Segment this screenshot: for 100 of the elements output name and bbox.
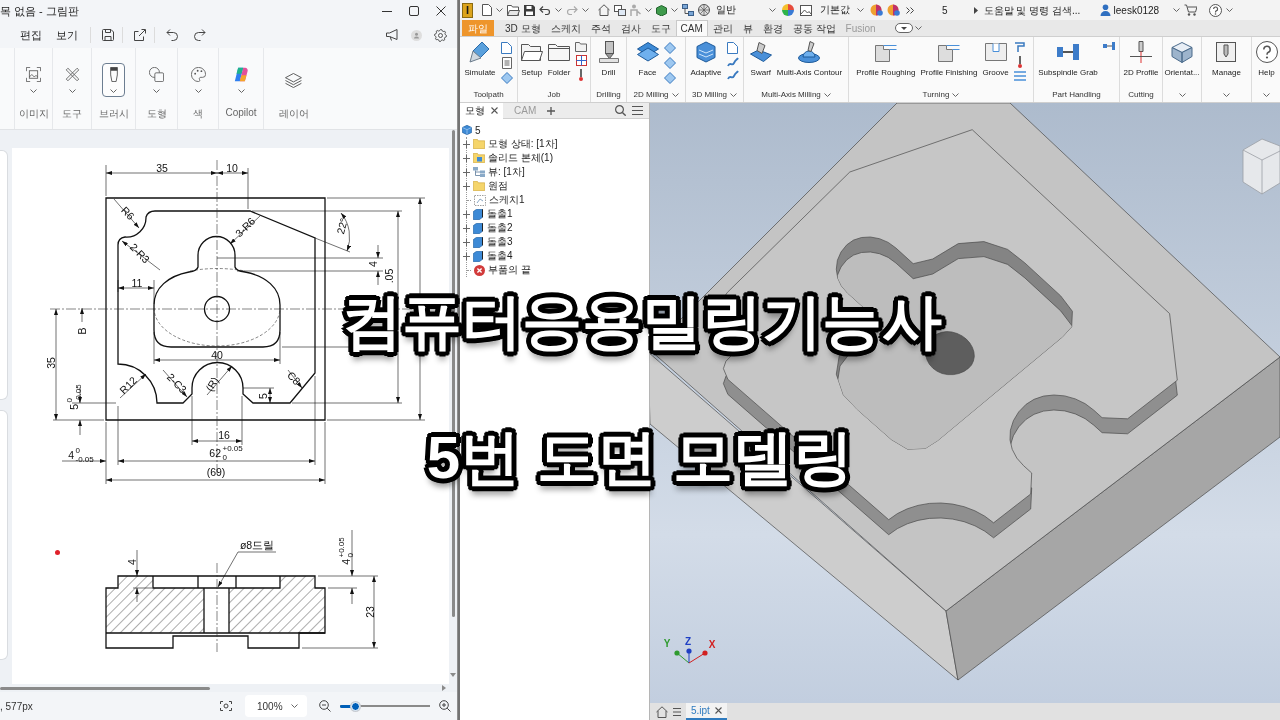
wheel-icon[interactable] <box>698 4 710 16</box>
wave-icon[interactable] <box>726 57 739 67</box>
redo-icon[interactable] <box>194 29 206 41</box>
settings-icon[interactable] <box>434 28 447 42</box>
plus-icon[interactable] <box>463 154 470 162</box>
ribbon-tab[interactable]: 뷰 <box>737 20 758 36</box>
menu-icon[interactable] <box>632 106 643 115</box>
pin-icon[interactable] <box>579 69 584 81</box>
caret-icon[interactable] <box>1178 92 1186 97</box>
tree-item[interactable]: 돌출4 <box>467 249 649 263</box>
plus-icon[interactable] <box>463 168 470 176</box>
zoom-dropdown[interactable]: 100% <box>245 695 307 717</box>
caret-icon[interactable] <box>914 26 922 30</box>
menu-item[interactable]: 보기 <box>50 24 84 46</box>
tree-item[interactable]: 원점 <box>467 179 649 193</box>
ribbon-tab[interactable]: 관리 <box>707 20 738 36</box>
document-icon[interactable] <box>501 42 513 54</box>
close-icon[interactable] <box>491 107 498 114</box>
tree-item[interactable]: 5 <box>462 123 649 137</box>
caret-icon[interactable] <box>671 92 679 97</box>
ribbon-button[interactable]: Manage <box>1211 40 1242 77</box>
zoom-out-icon[interactable] <box>319 700 331 712</box>
menu-item[interactable]: 편집 <box>14 24 48 46</box>
ribbon-tab[interactable]: 검사 <box>615 20 646 36</box>
windows-icon[interactable] <box>614 4 626 16</box>
caret-icon[interactable] <box>1263 92 1270 97</box>
tree-item[interactable]: 돌출2 <box>467 221 649 235</box>
search-field[interactable]: 도움말 및 명령 검색... <box>983 4 1088 16</box>
ribbon-tab[interactable]: CAM <box>675 20 708 36</box>
save-icon[interactable] <box>524 4 535 16</box>
ribbon-tab[interactable]: 공동 작업 <box>787 20 841 36</box>
color-circles-icon[interactable] <box>887 4 900 16</box>
maximize-icon[interactable] <box>409 6 419 16</box>
caret-icon[interactable] <box>952 92 960 97</box>
plus-icon[interactable] <box>463 210 470 218</box>
document-tab[interactable]: 5.ipt <box>686 703 727 720</box>
ribbon-button[interactable]: Help <box>1254 40 1279 77</box>
home-icon[interactable] <box>598 4 610 16</box>
ribbon-button[interactable]: Orientat... <box>1163 40 1201 77</box>
caret-icon[interactable] <box>1173 8 1181 12</box>
color-wheel-icon[interactable] <box>782 4 794 16</box>
grid-icon[interactable] <box>575 55 587 66</box>
share-icon[interactable] <box>134 29 146 41</box>
ribbon-button[interactable]: Face <box>635 40 660 77</box>
tree-item[interactable]: 뷰: [1차] <box>467 165 649 179</box>
folder-icon[interactable] <box>575 42 588 52</box>
workspace-dropdown[interactable]: 일반 <box>714 2 778 18</box>
open-folder-icon[interactable] <box>507 4 520 16</box>
ribbon-button[interactable]: Swarf <box>748 40 773 77</box>
triangle-right-icon[interactable] <box>973 6 978 14</box>
ribbon-tab[interactable]: 환경 <box>757 20 788 36</box>
undo-icon[interactable] <box>166 29 178 41</box>
ribbon-button[interactable]: Setup <box>519 40 544 77</box>
appearance-dropdown[interactable]: 기본값 <box>798 2 866 18</box>
tree-item[interactable]: 스케치1 <box>467 193 649 207</box>
plus-icon[interactable] <box>463 140 470 148</box>
network-icon[interactable] <box>682 4 694 16</box>
tree-item[interactable]: 솔리드 본체(1) <box>467 151 649 165</box>
tree-item[interactable]: 모형 상태: [1차] <box>467 137 649 151</box>
new-document-icon[interactable] <box>482 4 492 16</box>
cart-icon[interactable] <box>1184 4 1198 16</box>
caret-icon[interactable] <box>582 8 589 12</box>
avatar-icon[interactable] <box>411 29 422 41</box>
minimize-icon[interactable] <box>382 10 392 12</box>
undo-icon[interactable] <box>539 5 551 15</box>
color-circles-icon[interactable] <box>870 4 883 16</box>
ribbon-button[interactable]: Profile Finishing <box>919 40 979 77</box>
caret-icon[interactable] <box>671 8 678 12</box>
list-icon[interactable] <box>501 57 512 69</box>
plus-icon[interactable] <box>463 182 470 190</box>
tree-item[interactable]: 돌출1 <box>467 207 649 221</box>
ribbon-tab[interactable]: 도구 <box>645 20 676 36</box>
ribbon-tab[interactable]: 스케치 <box>545 20 586 36</box>
close-icon[interactable] <box>436 6 446 16</box>
ribbon-tab[interactable]: 3D 모형 <box>500 20 546 36</box>
close-icon[interactable] <box>714 707 722 714</box>
search-icon[interactable] <box>615 105 626 116</box>
caret-icon[interactable] <box>1223 92 1230 97</box>
pill-icon[interactable] <box>894 23 913 33</box>
caret-icon[interactable] <box>496 8 503 12</box>
scrollbar-thumb[interactable] <box>0 686 210 690</box>
caret-icon[interactable] <box>1226 8 1234 12</box>
pin-icon[interactable] <box>1017 56 1022 68</box>
zoom-in-icon[interactable] <box>439 700 451 712</box>
caret-icon[interactable] <box>645 8 652 12</box>
scroll-arrow-icon[interactable] <box>450 673 456 677</box>
tree-item[interactable]: 부품의 끝 <box>467 263 649 277</box>
scroll-arrow-icon[interactable] <box>442 685 446 691</box>
ribbon-button[interactable]: Profile Roughing <box>855 40 917 77</box>
home-icon[interactable] <box>656 705 668 718</box>
plus-icon[interactable] <box>547 106 556 115</box>
caret-icon[interactable] <box>823 92 831 97</box>
ribbon-button[interactable]: Folder <box>546 40 572 77</box>
ribbon-tab[interactable]: 주석 <box>585 20 616 36</box>
plus-icon[interactable] <box>463 238 470 246</box>
double-chevron-icon[interactable] <box>906 6 914 14</box>
slider-thumb[interactable] <box>350 701 360 711</box>
ribbon-button[interactable]: Groove <box>981 40 1010 77</box>
wave-icon[interactable] <box>726 70 739 80</box>
ribbon-button[interactable]: Subspindle Grab <box>1037 40 1099 77</box>
